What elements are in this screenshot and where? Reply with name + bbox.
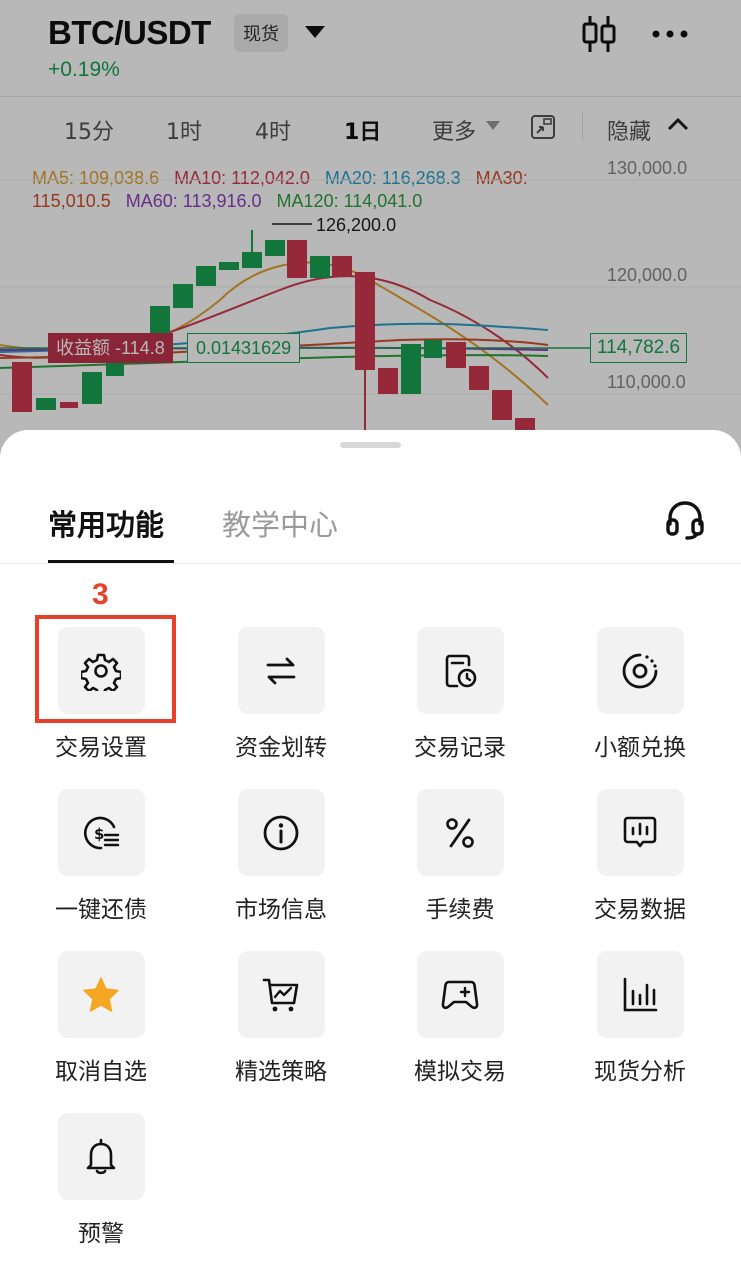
fees-tile[interactable] xyxy=(416,789,504,876)
function-remove-favorite[interactable]: 取消自选 xyxy=(11,951,191,1086)
strategy-icon xyxy=(262,978,299,1011)
svg-text:$: $ xyxy=(94,825,104,843)
trade-history-tile[interactable] xyxy=(416,627,504,714)
history-icon xyxy=(445,654,477,687)
small-convert-icon xyxy=(622,653,658,688)
tab-common-functions[interactable]: 常用功能 xyxy=(48,502,164,544)
gear-icon xyxy=(81,653,121,691)
function-label: 交易数据 xyxy=(594,897,686,923)
function-featured-strategy[interactable]: 精选策略 xyxy=(191,951,371,1086)
function-label: 手续费 xyxy=(425,897,495,923)
function-label: 一键还债 xyxy=(55,897,147,923)
function-small-convert[interactable]: 小额兑换 xyxy=(550,627,730,762)
function-label: 资金划转 xyxy=(235,735,327,761)
sheet-drag-handle[interactable] xyxy=(340,442,401,448)
function-demo-trading[interactable]: 模拟交易 xyxy=(370,951,550,1086)
function-label: 精选策略 xyxy=(235,1059,327,1085)
tab-teaching-center[interactable]: 教学中心 xyxy=(222,502,338,544)
transfer-icon xyxy=(266,657,296,684)
step-marker: 3 xyxy=(92,578,109,611)
headset-icon[interactable] xyxy=(664,498,706,540)
function-label: 小额兑换 xyxy=(594,735,686,761)
demo-trading-tile[interactable] xyxy=(416,951,504,1038)
function-spot-analysis[interactable]: 现货分析 xyxy=(550,951,730,1086)
function-trade-settings[interactable]: 交易设置 xyxy=(11,627,191,762)
remove-favorite-tile[interactable] xyxy=(57,951,145,1038)
function-label: 现货分析 xyxy=(594,1059,686,1085)
modal-backdrop[interactable] xyxy=(0,0,741,460)
function-label: 取消自选 xyxy=(55,1059,147,1085)
tabs-divider xyxy=(0,563,741,564)
bell-icon xyxy=(86,1138,116,1174)
fund-transfer-tile[interactable] xyxy=(237,627,325,714)
trade-settings-tile[interactable] xyxy=(57,627,145,714)
market-info-tile[interactable] xyxy=(237,789,325,876)
demo-trading-icon xyxy=(441,980,479,1009)
function-label: 预警 xyxy=(78,1221,124,1247)
percent-icon xyxy=(446,817,474,848)
function-trade-history[interactable]: 交易记录 xyxy=(370,627,550,762)
function-trade-data[interactable]: 交易数据 xyxy=(550,789,730,924)
info-icon xyxy=(263,815,299,850)
function-market-info[interactable]: 市场信息 xyxy=(191,789,371,924)
functions-sheet: 常用功能 教学中心 3 交易设置 资金划转 交易记录 小额兑换 $ 一键还债 市… xyxy=(0,430,741,1280)
function-fund-transfer[interactable]: 资金划转 xyxy=(191,627,371,762)
one-click-repay-tile[interactable]: $ xyxy=(57,789,145,876)
function-fees[interactable]: 手续费 xyxy=(370,789,550,924)
analysis-icon xyxy=(623,977,658,1011)
function-one-click-repay[interactable]: $ 一键还债 xyxy=(11,789,191,924)
function-price-alert[interactable]: 预警 xyxy=(11,1113,191,1248)
function-label: 市场信息 xyxy=(235,897,327,923)
data-icon xyxy=(623,816,657,847)
spot-analysis-tile[interactable] xyxy=(596,951,684,1038)
featured-strategy-tile[interactable] xyxy=(237,951,325,1038)
function-label: 模拟交易 xyxy=(414,1059,506,1085)
repay-icon: $ xyxy=(83,816,120,849)
function-label: 交易设置 xyxy=(55,735,147,761)
trade-data-tile[interactable] xyxy=(596,789,684,876)
price-alert-tile[interactable] xyxy=(57,1113,145,1200)
small-convert-tile[interactable] xyxy=(596,627,684,714)
star-icon xyxy=(83,976,119,1012)
trading-screen: BTC/USDT 现货 +0.19% 15分 1时 4时 1日 更多 隐藏 MA… xyxy=(0,0,741,460)
function-label: 交易记录 xyxy=(414,735,506,761)
